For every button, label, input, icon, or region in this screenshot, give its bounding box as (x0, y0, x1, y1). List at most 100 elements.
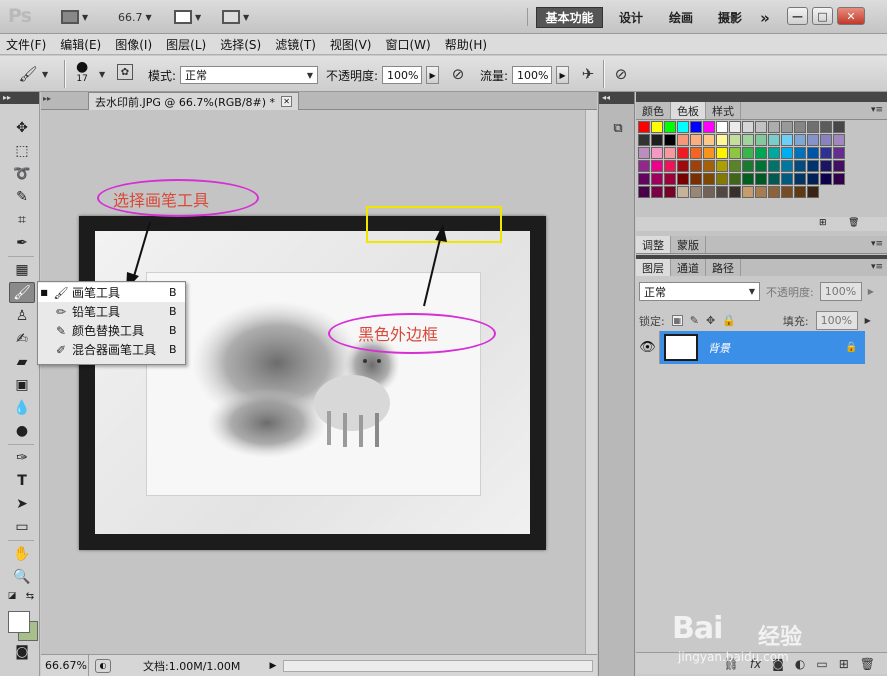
color-swatch[interactable] (742, 134, 754, 146)
tab-masks[interactable]: 蒙版 (671, 236, 706, 253)
color-swatch[interactable] (794, 160, 806, 172)
color-swatch[interactable] (833, 121, 845, 133)
status-zoom[interactable]: 66.67% (41, 655, 89, 676)
color-swatch[interactable] (768, 186, 780, 198)
panel-menu-icon[interactable]: ▾≡ (871, 262, 883, 272)
color-swatch[interactable] (729, 134, 741, 146)
fill-slider-icon[interactable]: ▶ (865, 316, 871, 325)
color-swatch[interactable] (742, 121, 754, 133)
color-swatch[interactable] (690, 147, 702, 159)
group-folder-icon[interactable]: ▭ (816, 657, 827, 671)
horizontal-scrollbar[interactable] (283, 659, 593, 672)
color-swatch[interactable] (716, 147, 728, 159)
tab-color[interactable]: 颜色 (636, 102, 671, 119)
color-swatch[interactable] (781, 186, 793, 198)
color-swatch[interactable] (755, 147, 767, 159)
color-swatch[interactable] (703, 173, 715, 185)
color-swatch[interactable] (651, 160, 663, 172)
color-swatch[interactable] (677, 121, 689, 133)
color-swatch[interactable] (729, 173, 741, 185)
color-swatch[interactable] (664, 134, 676, 146)
tab-adjustments[interactable]: 调整 (636, 236, 671, 253)
color-swatch[interactable] (690, 121, 702, 133)
color-swatch[interactable] (768, 173, 780, 185)
lock-pixels-icon[interactable]: ✎ (690, 314, 699, 327)
color-swatch[interactable] (638, 160, 650, 172)
color-swatch[interactable] (703, 147, 715, 159)
color-swatch[interactable] (716, 160, 728, 172)
panel-menu-icon[interactable]: ▾≡ (871, 239, 883, 249)
color-swatch[interactable] (781, 134, 793, 146)
color-swatch[interactable] (820, 121, 832, 133)
color-swatch[interactable] (781, 147, 793, 159)
layer-selected[interactable]: 背景 🔒 (660, 331, 865, 364)
color-swatch[interactable] (768, 147, 780, 159)
color-swatch[interactable] (742, 173, 754, 185)
color-swatch[interactable] (664, 121, 676, 133)
flyout-item-color-replace[interactable]: ✎ 颜色替换工具 B (38, 321, 185, 340)
color-swatch[interactable] (729, 160, 741, 172)
layer-opacity-input[interactable]: 100% (819, 282, 862, 301)
color-swatch[interactable] (651, 173, 663, 185)
color-swatch[interactable] (807, 186, 819, 198)
adjustment-layer-icon[interactable]: ◐ (795, 657, 805, 671)
color-swatch[interactable] (703, 160, 715, 172)
color-swatch[interactable] (768, 121, 780, 133)
color-swatch[interactable] (651, 134, 663, 146)
color-swatch[interactable] (690, 160, 702, 172)
color-swatch[interactable] (794, 186, 806, 198)
color-swatch[interactable] (677, 186, 689, 198)
lock-transparent-icon[interactable]: ▦ (671, 315, 683, 326)
trash-icon[interactable]: 🗑 (848, 218, 859, 228)
tab-paths[interactable]: 路径 (706, 259, 741, 276)
color-swatch[interactable] (651, 186, 663, 198)
color-swatch[interactable] (794, 173, 806, 185)
color-swatch[interactable] (651, 121, 663, 133)
color-swatch[interactable] (638, 121, 650, 133)
color-swatch[interactable] (677, 134, 689, 146)
color-swatch[interactable] (807, 121, 819, 133)
opacity-slider-icon[interactable]: ▶ (868, 287, 874, 296)
dock-header[interactable]: ◂◂ (599, 92, 634, 104)
color-swatch[interactable] (716, 173, 728, 185)
color-swatch[interactable] (690, 134, 702, 146)
color-swatch[interactable] (664, 147, 676, 159)
layer-row[interactable]: 👁 背景 🔒 (636, 331, 865, 364)
color-swatch[interactable] (716, 121, 728, 133)
color-swatch[interactable] (820, 134, 832, 146)
color-swatch[interactable] (690, 173, 702, 185)
color-swatch[interactable] (638, 147, 650, 159)
status-menu-arrow-icon[interactable]: ▶ (267, 659, 279, 673)
panel-menu-icon[interactable]: ▾≡ (871, 105, 883, 115)
color-swatch[interactable] (755, 121, 767, 133)
color-swatch[interactable] (703, 134, 715, 146)
color-swatch[interactable] (703, 186, 715, 198)
lock-position-icon[interactable]: ✥ (706, 314, 715, 327)
color-swatch[interactable] (742, 147, 754, 159)
tab-swatches[interactable]: 色板 (671, 102, 706, 119)
color-swatch[interactable] (820, 147, 832, 159)
tab-layers[interactable]: 图层 (636, 259, 671, 276)
history-panel-button[interactable]: ⧉ (606, 116, 630, 140)
color-swatch[interactable] (807, 160, 819, 172)
new-layer-icon[interactable]: ⊞ (839, 657, 849, 671)
tab-styles[interactable]: 样式 (706, 102, 741, 119)
status-info-icon[interactable]: ◐ (95, 658, 111, 673)
color-swatch[interactable] (755, 134, 767, 146)
eye-icon[interactable]: 👁 (636, 331, 660, 364)
color-swatch[interactable] (807, 173, 819, 185)
color-swatch[interactable] (677, 147, 689, 159)
tab-channels[interactable]: 通道 (671, 259, 706, 276)
fill-input[interactable]: 100% (815, 311, 858, 330)
color-swatch[interactable] (794, 134, 806, 146)
color-swatch[interactable] (781, 160, 793, 172)
panels-header[interactable] (636, 92, 887, 102)
delete-layer-icon[interactable]: 🗑 (860, 657, 875, 671)
color-swatch[interactable] (833, 173, 845, 185)
color-swatch[interactable] (833, 160, 845, 172)
color-swatch[interactable] (677, 173, 689, 185)
color-swatch[interactable] (820, 173, 832, 185)
color-swatch[interactable] (807, 147, 819, 159)
color-swatch[interactable] (664, 160, 676, 172)
color-swatch[interactable] (729, 186, 741, 198)
